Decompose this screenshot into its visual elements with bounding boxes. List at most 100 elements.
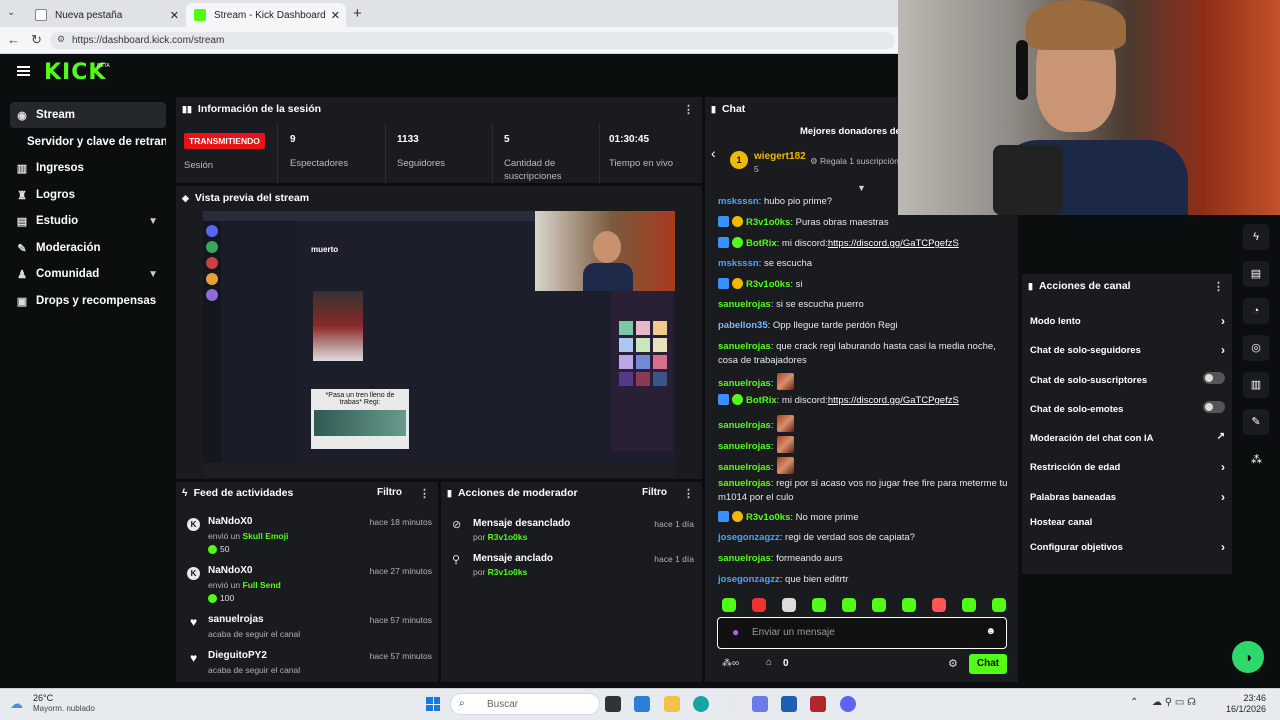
back-arrow-icon[interactable]: ← [7, 32, 20, 47]
action-emotes-only[interactable]: Chat de solo-emotes [1030, 401, 1225, 415]
chat-username[interactable]: R3v1o0ks [746, 512, 790, 523]
community-icon[interactable]: ⁂ [1251, 453, 1262, 466]
chat-username[interactable]: josegonzagzz [718, 532, 780, 543]
sidebar-item-income[interactable]: ▥ Ingresos [10, 155, 166, 181]
chat-username[interactable]: sanuelrojas [718, 420, 771, 431]
more-options-icon[interactable]: ⋮ [1213, 280, 1224, 293]
feed-user[interactable]: NaNdoX0 [208, 516, 252, 527]
tray-icons[interactable]: ☁ ⚲ ▭ ☊ [1152, 697, 1196, 708]
broadcast-icon[interactable]: ◎ [1243, 335, 1269, 361]
notes-icon[interactable]: ▤ [1243, 261, 1269, 287]
store-icon[interactable] [781, 696, 797, 712]
file-explorer-icon[interactable] [664, 696, 680, 712]
microphone-icon[interactable]: ● [732, 625, 739, 639]
chat-username[interactable]: pabellon35 [718, 320, 768, 331]
action-slow-mode[interactable]: Modo lento › [1030, 314, 1225, 328]
chat-username[interactable]: josegonzagzz [718, 574, 780, 585]
browser-tab-kick[interactable]: Stream - Kick Dashboard ✕ [186, 3, 346, 27]
close-icon[interactable]: ✕ [170, 9, 179, 22]
hamburger-menu-icon[interactable] [17, 66, 30, 76]
more-options-icon[interactable]: ⋮ [683, 487, 694, 500]
browser-tab-new[interactable]: Nueva pestaña ✕ [27, 3, 185, 27]
settings-gear-icon[interactable]: ⚙ [948, 657, 958, 670]
sidebar-item-studio[interactable]: ▤ Estudio ▼ [10, 208, 166, 234]
more-options-icon[interactable]: ⋮ [419, 487, 430, 500]
emote-icon[interactable] [902, 598, 916, 612]
feed-user[interactable]: NaNdoX0 [208, 565, 252, 576]
action-ai-moderation[interactable]: Moderación del chat con IA ↗ [1030, 431, 1225, 444]
sidebar-item-stream[interactable]: ◉ Stream [10, 102, 166, 128]
chat-username[interactable]: sanuelrojas [718, 299, 771, 310]
new-tab-plus-icon[interactable]: + [353, 5, 362, 22]
action-subs-only[interactable]: Chat de solo-suscriptores [1030, 372, 1225, 386]
sidebar-item-moderation[interactable]: ✎ Moderación [10, 235, 166, 261]
gift-icon[interactable]: ⌂ [766, 657, 772, 668]
scroll-down-icon[interactable]: ▼ [857, 183, 866, 193]
chat-username[interactable]: sanuelrojas [718, 441, 771, 452]
feed-user[interactable]: sanuelrojas [208, 614, 264, 625]
action-host-channel[interactable]: Hostear canal [1030, 517, 1225, 528]
close-icon[interactable]: ✕ [331, 9, 340, 22]
quick-actions-lightning-icon[interactable]: ϟ [1243, 224, 1269, 250]
action-age-restriction[interactable]: Restricción de edad › [1030, 460, 1225, 474]
chat-link[interactable]: https://discord.gg/GaTCPgefzS [828, 395, 959, 406]
tab-list-chevron-icon[interactable]: ⌄ [7, 7, 15, 18]
community-points-icon[interactable]: ⁂∞ [722, 658, 739, 669]
emote-icon[interactable] [872, 598, 886, 612]
edge-icon[interactable] [693, 696, 709, 712]
task-view-icon[interactable] [605, 696, 621, 712]
chat-username[interactable]: sanuelrojas [718, 378, 771, 389]
emote-icon[interactable] [812, 598, 826, 612]
emoji-icon[interactable]: ☻ [985, 626, 996, 637]
layout-icon[interactable]: ▥ [1243, 372, 1269, 398]
emote-icon[interactable] [752, 598, 766, 612]
video-editor-icon[interactable] [810, 696, 826, 712]
reload-icon[interactable]: ↻ [31, 32, 42, 48]
sidebar-item-achievements[interactable]: ♜ Logros [10, 182, 166, 208]
chat-username[interactable]: BotRix [746, 238, 777, 249]
feed-user[interactable]: DieguitoPY2 [208, 650, 267, 661]
action-banned-words[interactable]: Palabras baneadas › [1030, 490, 1225, 504]
address-bar[interactable]: ⚙ https://dashboard.kick.com/stream [50, 32, 895, 49]
chat-username[interactable]: sanuelrojas [718, 462, 771, 473]
support-headset-icon[interactable]: ◑ [1232, 641, 1264, 673]
feed-filter-button[interactable]: Filtro [377, 487, 402, 498]
action-configure-goals[interactable]: Configurar objetivos › [1030, 540, 1225, 554]
donor-name[interactable]: wiegert182 [754, 151, 806, 162]
windows-start-icon[interactable] [426, 697, 440, 711]
chat-username[interactable]: sanuelrojas [718, 553, 771, 564]
wrench-icon[interactable]: ✎ [1243, 409, 1269, 435]
chat-bubble-icon[interactable]: ◔ [1243, 298, 1269, 324]
action-followers-only[interactable]: Chat de solo-seguidores › [1030, 343, 1225, 357]
emotes-only-toggle[interactable] [1203, 401, 1225, 413]
emote-icon[interactable] [782, 598, 796, 612]
chrome-icon[interactable] [722, 696, 738, 712]
copilot-icon[interactable] [752, 696, 768, 712]
sidebar-item-drops[interactable]: ▣ Drops y recompensas [10, 288, 166, 314]
clock-time[interactable]: 23:46 [1222, 693, 1266, 703]
sidebar-item-community[interactable]: ♟ Comunidad ▼ [10, 261, 166, 287]
emote-icon[interactable] [842, 598, 856, 612]
chat-link[interactable]: https://discord.gg/GaTCPgefzS [828, 238, 959, 249]
taskbar-search[interactable]: ⌕ Buscar [450, 693, 600, 715]
more-options-icon[interactable]: ⋮ [683, 103, 694, 116]
sidebar-item-server-key[interactable]: Servidor y clave de retransmisión [10, 129, 166, 155]
chat-username[interactable]: sanuelrojas [718, 341, 771, 352]
emote-icon[interactable] [932, 598, 946, 612]
chat-username[interactable]: R3v1o0ks [746, 217, 790, 228]
stream-preview-video[interactable]: muerto *Pasa un tren lleno de trabas* Re… [203, 211, 675, 477]
discord-icon[interactable] [840, 696, 856, 712]
emote-icon[interactable] [722, 598, 736, 612]
chat-username[interactable]: sanuelrojas [718, 478, 771, 489]
chat-input[interactable]: ● Enviar un mensaje ☻ [717, 617, 1007, 649]
site-info-icon[interactable]: ⚙ [57, 34, 65, 45]
app-icon[interactable] [634, 696, 650, 712]
subs-only-toggle[interactable] [1203, 372, 1225, 384]
chat-username[interactable]: BotRix [746, 395, 777, 406]
chat-send-button[interactable]: Chat [969, 654, 1007, 674]
chevron-left-icon[interactable]: ‹ [711, 145, 716, 161]
emote-icon[interactable] [962, 598, 976, 612]
mod-filter-button[interactable]: Filtro [642, 487, 667, 498]
emote-icon[interactable] [992, 598, 1006, 612]
chat-username[interactable]: R3v1o0ks [746, 279, 790, 290]
